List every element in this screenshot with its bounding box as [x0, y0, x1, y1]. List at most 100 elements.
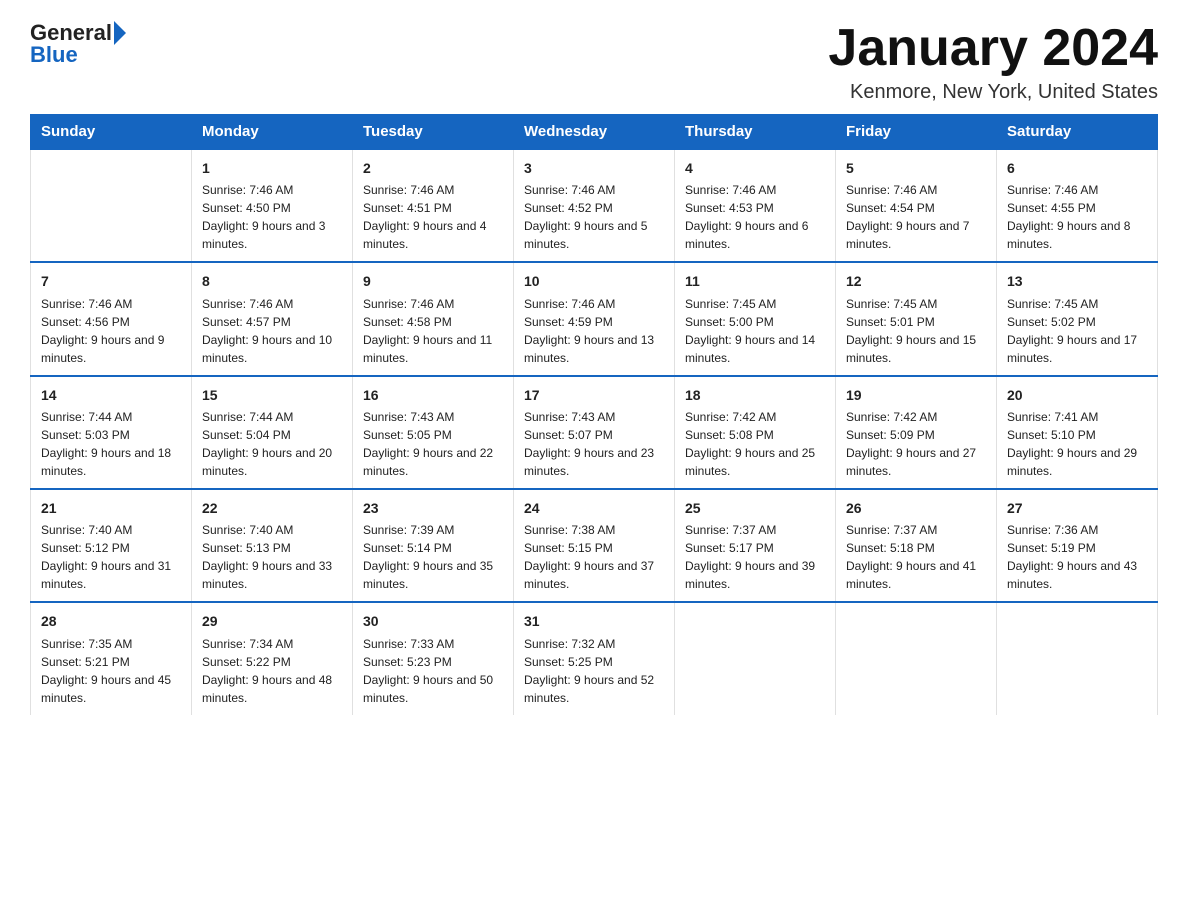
- title-block: January 2024 Kenmore, New York, United S…: [828, 20, 1158, 104]
- day-number: 29: [202, 611, 342, 631]
- calendar-cell: 16Sunrise: 7:43 AMSunset: 5:05 PMDayligh…: [353, 376, 514, 489]
- day-number: 14: [41, 385, 181, 405]
- location: Kenmore, New York, United States: [828, 81, 1158, 104]
- calendar-cell: 13 Sunrise: 7:45 AMSunset: 5:02 PMDayligh…: [997, 262, 1158, 375]
- calendar-table: SundayMondayTuesdayWednesdayThursdayFrid…: [30, 114, 1158, 714]
- calendar-cell: 2 Sunrise: 7:46 AMSunset: 4:51 PMDaylight…: [353, 149, 514, 262]
- weekday-header-monday: Monday: [192, 115, 353, 150]
- calendar-cell: 20 Sunrise: 7:41 AMSunset: 5:10 PMDayligh…: [997, 376, 1158, 489]
- calendar-cell: [31, 149, 192, 262]
- calendar-cell: [675, 602, 836, 714]
- day-info: Sunrise: 7:32 AMSunset: 5:25 PMDaylight:…: [524, 635, 664, 707]
- calendar-cell: 23Sunrise: 7:39 AMSunset: 5:14 PMDayligh…: [353, 489, 514, 602]
- day-info: Sunrise: 7:46 AMSunset: 4:58 PMDaylight:…: [363, 295, 503, 367]
- day-number: 20: [1007, 385, 1147, 405]
- month-title: January 2024: [828, 20, 1158, 77]
- weekday-header-wednesday: Wednesday: [514, 115, 675, 150]
- day-info: Sunrise: 7:35 AMSunset: 5:21 PMDaylight:…: [41, 635, 181, 707]
- day-info: Sunrise: 7:40 AMSunset: 5:13 PMDaylight:…: [202, 521, 342, 593]
- day-info: Sunrise: 7:45 AMSunset: 5:01 PMDaylight:…: [846, 295, 986, 367]
- day-info: Sunrise: 7:44 AMSunset: 5:03 PMDaylight:…: [41, 408, 181, 480]
- page-header: General Blue January 2024 Kenmore, New Y…: [30, 20, 1158, 104]
- day-number: 22: [202, 498, 342, 518]
- day-number: 2: [363, 158, 503, 178]
- calendar-cell: 28 Sunrise: 7:35 AMSunset: 5:21 PMDayligh…: [31, 602, 192, 714]
- calendar-cell: [997, 602, 1158, 714]
- day-number: 25: [685, 498, 825, 518]
- weekday-header-saturday: Saturday: [997, 115, 1158, 150]
- calendar-cell: 8Sunrise: 7:46 AMSunset: 4:57 PMDaylight…: [192, 262, 353, 375]
- day-number: 13: [1007, 271, 1147, 291]
- day-number: 15: [202, 385, 342, 405]
- day-number: 18: [685, 385, 825, 405]
- calendar-cell: 14 Sunrise: 7:44 AMSunset: 5:03 PMDayligh…: [31, 376, 192, 489]
- calendar-cell: 5Sunrise: 7:46 AMSunset: 4:54 PMDaylight…: [836, 149, 997, 262]
- day-number: 28: [41, 611, 181, 631]
- day-number: 6: [1007, 158, 1147, 178]
- day-info: Sunrise: 7:46 AMSunset: 4:56 PMDaylight:…: [41, 295, 181, 367]
- weekday-header-friday: Friday: [836, 115, 997, 150]
- day-info: Sunrise: 7:46 AMSunset: 4:51 PMDaylight:…: [363, 181, 503, 253]
- calendar-cell: 29 Sunrise: 7:34 AMSunset: 5:22 PMDayligh…: [192, 602, 353, 714]
- day-number: 27: [1007, 498, 1147, 518]
- calendar-cell: 18Sunrise: 7:42 AMSunset: 5:08 PMDayligh…: [675, 376, 836, 489]
- day-info: Sunrise: 7:46 AMSunset: 4:50 PMDaylight:…: [202, 181, 342, 253]
- calendar-cell: 15 Sunrise: 7:44 AMSunset: 5:04 PMDayligh…: [192, 376, 353, 489]
- day-info: Sunrise: 7:46 AMSunset: 4:53 PMDaylight:…: [685, 181, 825, 253]
- calendar-cell: 9Sunrise: 7:46 AMSunset: 4:58 PMDaylight…: [353, 262, 514, 375]
- day-info: Sunrise: 7:39 AMSunset: 5:14 PMDaylight:…: [363, 521, 503, 593]
- day-number: 3: [524, 158, 664, 178]
- calendar-cell: 22 Sunrise: 7:40 AMSunset: 5:13 PMDayligh…: [192, 489, 353, 602]
- calendar-cell: 19 Sunrise: 7:42 AMSunset: 5:09 PMDayligh…: [836, 376, 997, 489]
- day-info: Sunrise: 7:36 AMSunset: 5:19 PMDaylight:…: [1007, 521, 1147, 593]
- day-info: Sunrise: 7:46 AMSunset: 4:59 PMDaylight:…: [524, 295, 664, 367]
- day-info: Sunrise: 7:41 AMSunset: 5:10 PMDaylight:…: [1007, 408, 1147, 480]
- day-number: 10: [524, 271, 664, 291]
- calendar-cell: 31 Sunrise: 7:32 AMSunset: 5:25 PMDayligh…: [514, 602, 675, 714]
- calendar-cell: 11 Sunrise: 7:45 AMSunset: 5:00 PMDayligh…: [675, 262, 836, 375]
- weekday-header-tuesday: Tuesday: [353, 115, 514, 150]
- calendar-cell: 24Sunrise: 7:38 AMSunset: 5:15 PMDayligh…: [514, 489, 675, 602]
- calendar-cell: 10 Sunrise: 7:46 AMSunset: 4:59 PMDayligh…: [514, 262, 675, 375]
- calendar-cell: 21 Sunrise: 7:40 AMSunset: 5:12 PMDayligh…: [31, 489, 192, 602]
- day-number: 31: [524, 611, 664, 631]
- day-info: Sunrise: 7:34 AMSunset: 5:22 PMDaylight:…: [202, 635, 342, 707]
- calendar-cell: 27 Sunrise: 7:36 AMSunset: 5:19 PMDayligh…: [997, 489, 1158, 602]
- day-info: Sunrise: 7:46 AMSunset: 4:57 PMDaylight:…: [202, 295, 342, 367]
- calendar-cell: 17 Sunrise: 7:43 AMSunset: 5:07 PMDayligh…: [514, 376, 675, 489]
- calendar-cell: [836, 602, 997, 714]
- calendar-cell: 12 Sunrise: 7:45 AMSunset: 5:01 PMDayligh…: [836, 262, 997, 375]
- day-info: Sunrise: 7:45 AMSunset: 5:02 PMDaylight:…: [1007, 295, 1147, 367]
- day-info: Sunrise: 7:40 AMSunset: 5:12 PMDaylight:…: [41, 521, 181, 593]
- day-number: 1: [202, 158, 342, 178]
- logo-arrow-icon: [114, 21, 126, 45]
- day-number: 4: [685, 158, 825, 178]
- calendar-cell: 1 Sunrise: 7:46 AMSunset: 4:50 PMDaylight…: [192, 149, 353, 262]
- day-number: 24: [524, 498, 664, 518]
- day-info: Sunrise: 7:37 AMSunset: 5:17 PMDaylight:…: [685, 521, 825, 593]
- weekday-header-sunday: Sunday: [31, 115, 192, 150]
- day-info: Sunrise: 7:33 AMSunset: 5:23 PMDaylight:…: [363, 635, 503, 707]
- day-info: Sunrise: 7:43 AMSunset: 5:05 PMDaylight:…: [363, 408, 503, 480]
- day-number: 21: [41, 498, 181, 518]
- day-number: 19: [846, 385, 986, 405]
- logo: General Blue: [30, 20, 126, 68]
- calendar-cell: 3 Sunrise: 7:46 AMSunset: 4:52 PMDaylight…: [514, 149, 675, 262]
- day-info: Sunrise: 7:43 AMSunset: 5:07 PMDaylight:…: [524, 408, 664, 480]
- day-info: Sunrise: 7:44 AMSunset: 5:04 PMDaylight:…: [202, 408, 342, 480]
- day-number: 11: [685, 271, 825, 291]
- day-number: 17: [524, 385, 664, 405]
- calendar-cell: 7 Sunrise: 7:46 AMSunset: 4:56 PMDaylight…: [31, 262, 192, 375]
- day-number: 12: [846, 271, 986, 291]
- day-info: Sunrise: 7:45 AMSunset: 5:00 PMDaylight:…: [685, 295, 825, 367]
- calendar-cell: 30 Sunrise: 7:33 AMSunset: 5:23 PMDayligh…: [353, 602, 514, 714]
- day-number: 26: [846, 498, 986, 518]
- day-info: Sunrise: 7:37 AMSunset: 5:18 PMDaylight:…: [846, 521, 986, 593]
- day-info: Sunrise: 7:46 AMSunset: 4:52 PMDaylight:…: [524, 181, 664, 253]
- day-number: 5: [846, 158, 986, 178]
- day-number: 30: [363, 611, 503, 631]
- weekday-header-thursday: Thursday: [675, 115, 836, 150]
- day-number: 7: [41, 271, 181, 291]
- day-info: Sunrise: 7:42 AMSunset: 5:09 PMDaylight:…: [846, 408, 986, 480]
- calendar-cell: 26 Sunrise: 7:37 AMSunset: 5:18 PMDayligh…: [836, 489, 997, 602]
